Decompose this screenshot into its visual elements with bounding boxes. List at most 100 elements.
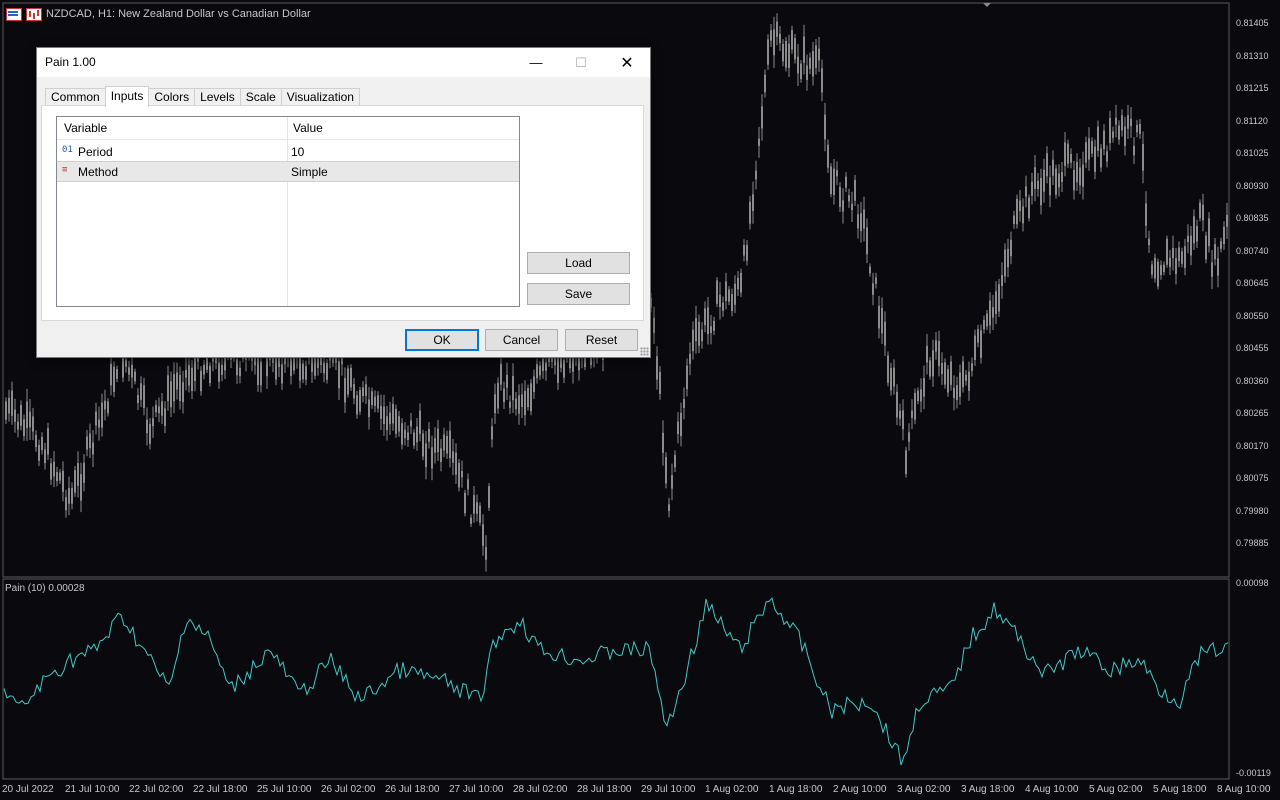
candle-body xyxy=(278,358,280,368)
candle-body xyxy=(1010,239,1012,257)
time-label: 22 Jul 02:00 xyxy=(129,784,184,795)
dialog-titlebar[interactable]: Pain 1.00 — ☐ ✕ xyxy=(37,48,650,77)
candle-body xyxy=(758,138,760,146)
candle-body xyxy=(524,390,526,416)
candle-body xyxy=(260,361,262,386)
cancel-button[interactable]: Cancel xyxy=(485,329,558,351)
candle-body xyxy=(305,366,307,380)
candle-body xyxy=(476,502,478,514)
candle-body xyxy=(713,320,715,331)
candle-body xyxy=(374,396,376,406)
candle-body xyxy=(920,389,922,402)
candle-body xyxy=(932,350,934,377)
candle-body xyxy=(1190,235,1192,256)
candle-body xyxy=(326,362,328,380)
candle-body xyxy=(1148,238,1150,246)
candle-body xyxy=(1103,130,1105,150)
close-button[interactable]: ✕ xyxy=(604,48,650,77)
candle-body xyxy=(83,462,85,483)
time-label: 27 Jul 10:00 xyxy=(449,784,504,795)
maximize-button[interactable]: ☐ xyxy=(558,48,604,77)
candle-body xyxy=(281,364,283,384)
candle-body xyxy=(677,421,679,435)
indicator-properties-dialog[interactable]: Pain 1.00 — ☐ ✕ Common Inputs Colors Lev… xyxy=(36,47,651,358)
price-label: 0.80075 xyxy=(1236,473,1269,483)
candle-body xyxy=(1124,126,1126,146)
input-value-field[interactable]: 10 xyxy=(291,145,304,159)
candle-body xyxy=(1160,265,1162,276)
candle-body xyxy=(497,382,499,409)
column-header-value[interactable]: Value xyxy=(293,121,323,135)
tab-common[interactable]: Common xyxy=(45,88,106,106)
candle-body xyxy=(353,384,355,399)
candle-body xyxy=(767,39,769,65)
candle-body xyxy=(1091,141,1093,154)
candle-body xyxy=(446,435,448,454)
candle-body xyxy=(1052,159,1054,176)
candle-body xyxy=(77,463,79,486)
candle-body xyxy=(839,187,841,208)
candle-body xyxy=(674,454,676,468)
candle-body xyxy=(1184,246,1186,268)
input-row-method[interactable]: ≡ Method Simple xyxy=(57,161,519,182)
chart-shift-marker[interactable] xyxy=(983,3,991,7)
candle-body xyxy=(1139,124,1141,134)
candle-body xyxy=(419,410,421,434)
candle-body xyxy=(992,307,994,318)
candle-body xyxy=(743,244,745,256)
column-header-variable[interactable]: Variable xyxy=(64,121,107,135)
candle-body xyxy=(1022,206,1024,224)
candle-body xyxy=(146,419,148,434)
account-flag-icon[interactable] xyxy=(6,7,22,21)
load-button[interactable]: Load xyxy=(527,252,630,274)
tab-colors[interactable]: Colors xyxy=(148,88,196,106)
candle-body xyxy=(1193,216,1195,244)
candle-body xyxy=(1079,167,1081,186)
candle-body xyxy=(917,390,919,402)
input-row-period[interactable]: 01 Period 10 xyxy=(57,142,519,162)
candle-body xyxy=(290,358,292,377)
candle-body xyxy=(50,463,52,480)
minimize-button[interactable]: — xyxy=(513,48,559,77)
candle-body xyxy=(356,395,358,415)
candle-body xyxy=(722,302,724,311)
save-button[interactable]: Save xyxy=(527,283,630,305)
candle-body xyxy=(806,65,808,80)
candle-body xyxy=(1094,146,1096,172)
candle-body xyxy=(377,395,379,409)
tab-scale[interactable]: Scale xyxy=(239,88,282,106)
candle-body xyxy=(1127,115,1129,129)
indicator-scale-min: -0.00119 xyxy=(1236,768,1271,778)
price-label: 0.80455 xyxy=(1236,343,1269,353)
candle-body xyxy=(17,421,19,430)
candle-body xyxy=(221,364,223,375)
candle-body xyxy=(143,385,145,408)
candle-body xyxy=(857,214,859,229)
candle-body xyxy=(725,281,727,302)
input-value-field[interactable]: Simple xyxy=(291,165,328,179)
tab-visualization[interactable]: Visualization xyxy=(280,88,360,106)
tab-inputs[interactable]: Inputs xyxy=(104,86,150,107)
candle-body xyxy=(362,387,364,397)
candle-body xyxy=(800,63,802,80)
candle-body xyxy=(134,371,136,382)
resize-grip-icon[interactable] xyxy=(640,347,649,356)
candle-body xyxy=(785,40,787,68)
candle-body xyxy=(1208,218,1210,247)
candle-body xyxy=(80,474,82,501)
candle-body xyxy=(1118,125,1120,140)
chart-type-icon[interactable] xyxy=(26,7,42,21)
candle-body xyxy=(437,428,439,453)
candle-body xyxy=(137,395,139,404)
candle-body xyxy=(1016,198,1018,225)
subwindow-frame xyxy=(2,578,1230,780)
candle-body xyxy=(695,318,697,342)
tab-levels[interactable]: Levels xyxy=(194,88,241,106)
candle-body xyxy=(167,375,169,402)
candle-body xyxy=(521,394,523,407)
ok-button[interactable]: OK xyxy=(405,329,479,351)
candle-body xyxy=(995,291,997,315)
candle-body xyxy=(1106,151,1108,162)
reset-button[interactable]: Reset xyxy=(565,329,638,351)
candle-body xyxy=(875,277,877,284)
